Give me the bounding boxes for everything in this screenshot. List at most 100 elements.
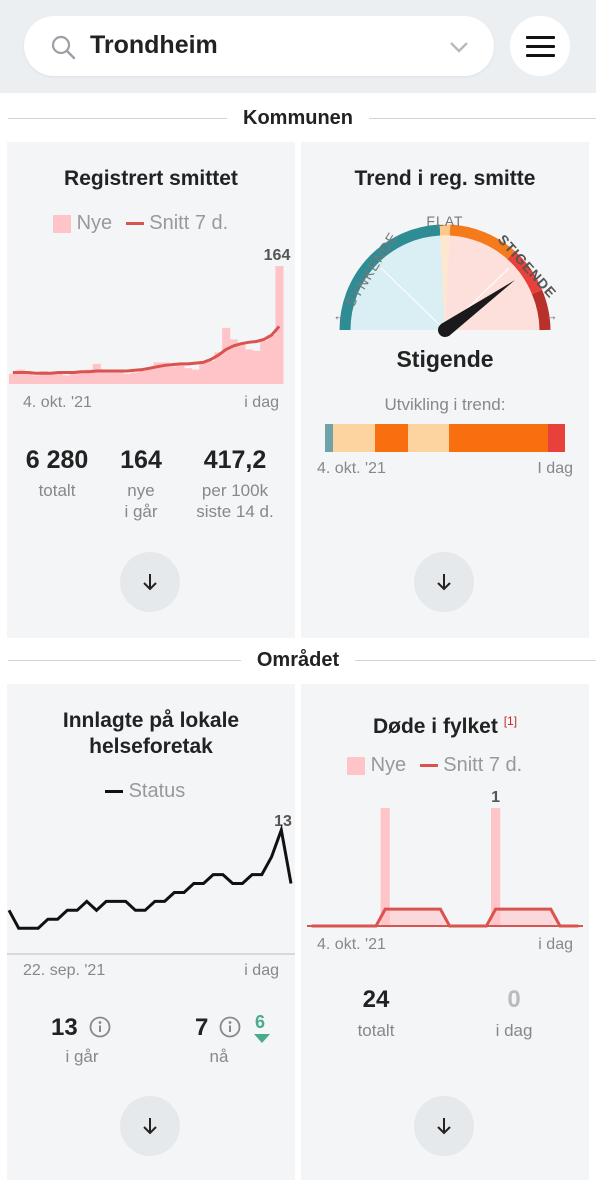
date-start: 4. okt. '21 xyxy=(317,460,386,477)
stat-per100k-label2: siste 14 d. xyxy=(196,502,274,521)
card-title: Trend i reg. smitte xyxy=(354,167,536,190)
bar-new xyxy=(69,372,78,384)
bar-new xyxy=(92,363,101,384)
date-end: i dag xyxy=(538,936,573,953)
stat-total-label: totalt xyxy=(357,1021,395,1040)
bar-new xyxy=(130,372,139,384)
info-icon[interactable] xyxy=(89,1016,111,1038)
trend-strip-segment xyxy=(374,424,408,452)
card-title-text: Døde i fylket xyxy=(372,715,498,738)
bar-new xyxy=(237,343,246,384)
bar-new xyxy=(222,327,231,384)
bar-new xyxy=(62,375,71,384)
trend-development-label: Utvikling i trend: xyxy=(384,395,506,414)
bar-new xyxy=(244,349,254,384)
date-start: 4. okt. '21 xyxy=(23,394,92,411)
bar-new xyxy=(77,372,86,384)
card-title-line2: helseforetak xyxy=(89,735,213,758)
card-trend: Trend i reg. smitte SYNKENDE FLAT STIGEN… xyxy=(301,142,589,638)
legend-label-status: Status xyxy=(128,780,186,802)
legend-swatch-new xyxy=(347,756,365,775)
date-end: i dag xyxy=(244,962,279,979)
bar-new xyxy=(9,373,18,384)
chart-legend: Nye Snitt 7 d. xyxy=(347,754,522,777)
arrow-down-icon xyxy=(437,1118,451,1135)
bar-new xyxy=(176,363,185,384)
date-start: 4. okt. '21 xyxy=(317,936,386,953)
section-header-kommune: Kommunen xyxy=(0,104,596,134)
stat-total-value: 6 280 xyxy=(25,446,89,474)
arrow-down-icon xyxy=(437,574,451,591)
expand-button[interactable] xyxy=(120,1096,180,1156)
bar-new xyxy=(275,266,284,384)
innlagte-chart: 13 xyxy=(7,813,295,955)
card-registrert-smittet: Registrert smittet Nye Snitt 7 d. 164 4.… xyxy=(7,142,295,638)
hamburger-icon-bar xyxy=(526,45,555,48)
section-title: Området xyxy=(240,649,356,671)
hamburger-icon xyxy=(526,36,555,39)
bar-new xyxy=(199,362,208,384)
footnote-link[interactable]: [1] xyxy=(504,714,517,728)
stat-now-delta: 6 xyxy=(255,1012,266,1032)
legend-swatch-new xyxy=(53,214,71,233)
stat-total-value: 24 xyxy=(362,986,390,1013)
search-icon xyxy=(51,35,76,60)
bar-new xyxy=(146,368,155,384)
bar-new xyxy=(138,371,147,384)
chevron-down-icon[interactable] xyxy=(448,38,470,56)
stat-today-label: i dag xyxy=(495,1021,533,1040)
legend-swatch-avg xyxy=(419,764,438,768)
bar-new xyxy=(123,373,132,384)
trend-strip-segment xyxy=(325,424,334,452)
stat-per100k-label: per 100k xyxy=(201,481,269,500)
trend-strip-segment xyxy=(449,424,549,452)
bar-new xyxy=(267,335,276,384)
section-header-omrade: Området xyxy=(0,646,596,676)
stat-now-value: 7 xyxy=(195,1014,209,1041)
card-title: Døde i fylket [1] xyxy=(301,708,589,740)
bar-new xyxy=(115,372,124,384)
bar-new xyxy=(184,368,193,384)
trend-strip-segment xyxy=(548,424,565,452)
bar-new xyxy=(206,360,215,384)
municipality-search[interactable]: Trondheim xyxy=(24,16,494,76)
stat-new-label2: i går xyxy=(124,502,158,521)
card-title: Registrert smittet xyxy=(64,167,238,190)
expand-button[interactable] xyxy=(120,552,180,612)
hamburger-icon-bar xyxy=(526,54,555,57)
section-title: Kommunen xyxy=(227,107,369,129)
bar-new xyxy=(54,373,63,384)
bar-new xyxy=(191,369,200,384)
expand-button[interactable] xyxy=(414,552,474,612)
menu-button[interactable] xyxy=(510,16,570,76)
legend-label-new: Nye xyxy=(370,754,407,776)
arrow-down-icon xyxy=(143,1118,157,1135)
trend-strip xyxy=(325,424,565,452)
trend-status: Stigende xyxy=(396,346,494,372)
date-start: 22. sep. '21 xyxy=(23,962,106,979)
date-end: i dag xyxy=(244,394,279,411)
stat-new-value: 164 xyxy=(120,446,162,474)
top-bar: Trondheim xyxy=(0,0,596,93)
expand-button[interactable] xyxy=(414,1096,474,1156)
info-icon[interactable] xyxy=(219,1016,241,1038)
stat-total-label: totalt xyxy=(38,481,76,500)
bar-new xyxy=(252,350,261,384)
legend-swatch-avg xyxy=(125,222,144,226)
trend-strip-segment xyxy=(407,424,450,452)
bar-new xyxy=(31,375,40,384)
trend-gauge: SYNKENDE FLAT STIGENDE ← → xyxy=(333,213,560,337)
stat-now-label: nå xyxy=(209,1047,229,1066)
stat-today-value: 0 xyxy=(507,986,521,1013)
gauge-hub xyxy=(438,323,452,337)
dode-chart: 1 xyxy=(307,789,583,928)
legend-label-avg: Snitt 7 d. xyxy=(149,212,229,234)
stat-yesterday-label: i går xyxy=(65,1047,99,1066)
search-value[interactable]: Trondheim xyxy=(90,31,218,60)
bar-new xyxy=(47,373,56,384)
bar-new xyxy=(100,371,109,384)
bar-new xyxy=(107,372,117,384)
card-innlagte: Innlagte på lokale helseforetak Status 1… xyxy=(7,684,295,1180)
date-end: I dag xyxy=(537,460,573,477)
max-value-label: 1 xyxy=(491,789,500,806)
